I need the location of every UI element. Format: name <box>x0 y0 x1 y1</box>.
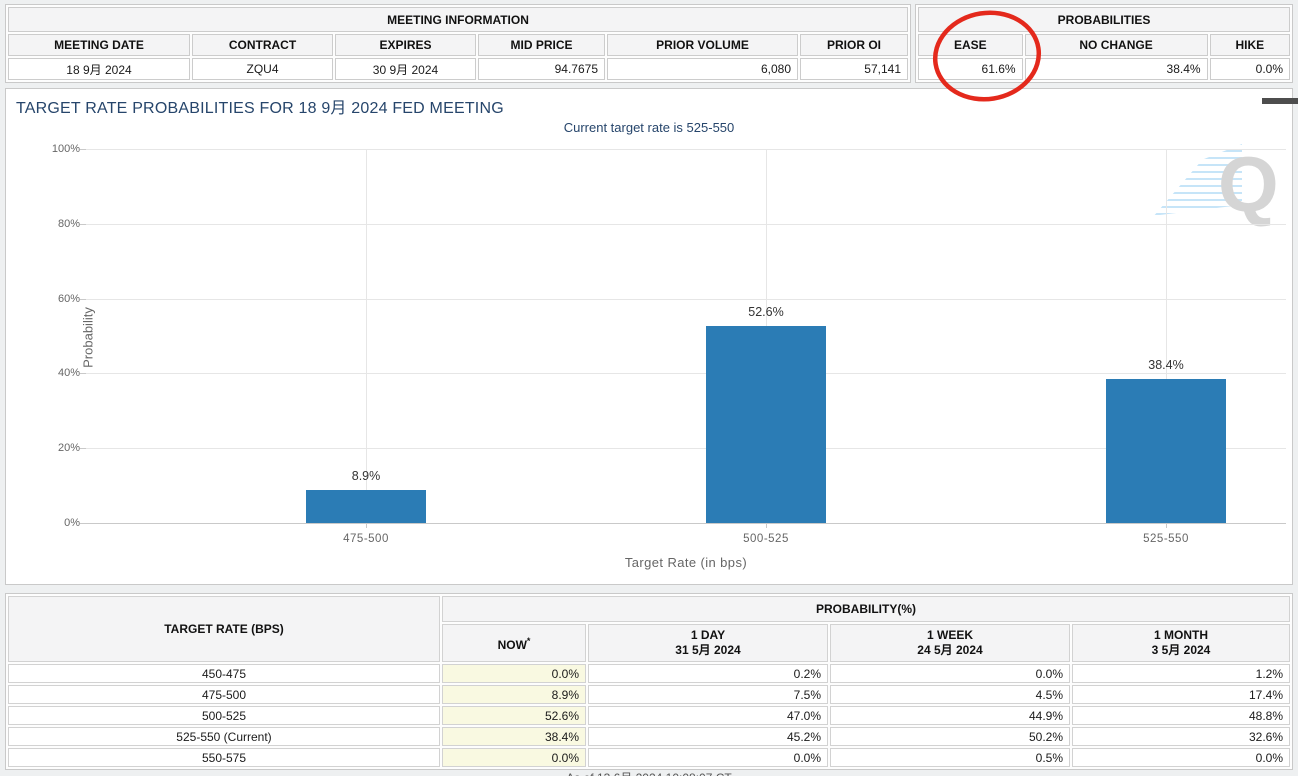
month-cell: 48.8% <box>1072 706 1290 725</box>
week-cell: 4.5% <box>830 685 1070 704</box>
rate-cell: 550-575 <box>8 748 440 767</box>
y-tick <box>80 523 86 524</box>
no-change-value: 38.4% <box>1025 58 1208 80</box>
now-cell: 0.0% <box>442 664 586 683</box>
gridline-80 <box>86 224 1286 225</box>
month-cell: 0.0% <box>1072 748 1290 767</box>
table-row: 450-475 0.0% 0.2% 0.0% 1.2% <box>8 664 1290 683</box>
rate-cell: 525-550 (Current) <box>8 727 440 746</box>
x-tick-label-525-550: 525-550 <box>1086 533 1246 545</box>
group-header-probability: PROBABILITY(%) <box>442 596 1290 622</box>
y-tick <box>80 224 86 225</box>
day-cell: 45.2% <box>588 727 828 746</box>
gridline-100 <box>86 149 1286 150</box>
now-cell: 52.6% <box>442 706 586 725</box>
probabilities-header-row: EASE NO CHANGE HIKE <box>918 34 1290 56</box>
probabilities-title: PROBABILITIES <box>918 7 1290 32</box>
meeting-information-title: MEETING INFORMATION <box>8 7 908 32</box>
month-cell: 17.4% <box>1072 685 1290 704</box>
hike-value: 0.0% <box>1210 58 1290 80</box>
meeting-date-value: 18 9月 2024 <box>8 58 190 80</box>
bar-500-525[interactable] <box>706 326 826 523</box>
day-cell: 0.0% <box>588 748 828 767</box>
probability-history-table: TARGET RATE (BPS) PROBABILITY(%) NOW* 1 … <box>5 593 1293 770</box>
table-row: 525-550 (Current) 38.4% 45.2% 50.2% 32.6… <box>8 727 1290 746</box>
prior-oi-value: 57,141 <box>800 58 908 80</box>
gridline-40 <box>86 373 1286 374</box>
contract-value: ZQU4 <box>192 58 333 80</box>
month-cell: 32.6% <box>1072 727 1290 746</box>
footer-timestamp: As of 13 6月 2024 10:08:07 CT <box>0 769 1298 776</box>
bar-value-label: 52.6% <box>706 305 826 319</box>
col-header-expires: EXPIRES <box>335 34 476 56</box>
rate-cell: 450-475 <box>8 664 440 683</box>
week-cell: 0.5% <box>830 748 1070 767</box>
target-rate-chart-panel: TARGET RATE PROBABILITIES FOR 18 9月 2024… <box>5 88 1293 585</box>
gridline-60 <box>86 299 1286 300</box>
col-header-1-week: 1 WEEK24 5月 2024 <box>830 624 1070 662</box>
day-cell: 7.5% <box>588 685 828 704</box>
bar-525-550[interactable] <box>1106 379 1226 523</box>
plot-area: 100% 80% 60% 40% 20% 0% 8.9% 52.6% 38.4%… <box>86 149 1286 523</box>
col-header-ease: EASE <box>918 34 1023 56</box>
chart-title: TARGET RATE PROBABILITIES FOR 18 9月 2024… <box>16 94 504 118</box>
ease-value: 61.6% <box>918 58 1023 80</box>
probabilities-summary-table: PROBABILITIES EASE NO CHANGE HIKE 61.6% … <box>915 4 1293 83</box>
x-axis-line <box>86 523 1286 524</box>
day-cell: 0.2% <box>588 664 828 683</box>
now-cell: 38.4% <box>442 727 586 746</box>
week-cell: 44.9% <box>830 706 1070 725</box>
bar-475-500[interactable] <box>306 490 426 523</box>
mid-price-value: 94.7675 <box>478 58 605 80</box>
x-tick-label-500-525: 500-525 <box>686 533 846 545</box>
y-tick-label-80: 80% <box>30 218 80 230</box>
x-tick <box>366 523 367 528</box>
bar-value-label: 8.9% <box>306 469 426 483</box>
x-axis-title: Target Rate (in bps) <box>86 555 1286 570</box>
col-header-1-day: 1 DAY31 5月 2024 <box>588 624 828 662</box>
corner-header-target-rate-bps: TARGET RATE (BPS) <box>8 596 440 662</box>
x-tick-label-475-500: 475-500 <box>286 533 446 545</box>
y-tick-label-40: 40% <box>30 367 80 379</box>
y-tick-label-60: 60% <box>30 293 80 305</box>
prior-volume-value: 6,080 <box>607 58 798 80</box>
x-tick <box>1166 523 1167 528</box>
col-header-no-change: NO CHANGE <box>1025 34 1208 56</box>
week-cell: 50.2% <box>830 727 1070 746</box>
col-header-prior-volume: PRIOR VOLUME <box>607 34 798 56</box>
col-header-mid-price: MID PRICE <box>478 34 605 56</box>
day-cell: 47.0% <box>588 706 828 725</box>
col-header-contract: CONTRACT <box>192 34 333 56</box>
probabilities-value-row: 61.6% 38.4% 0.0% <box>918 58 1290 80</box>
now-cell: 0.0% <box>442 748 586 767</box>
y-tick-label-0: 0% <box>30 517 80 529</box>
table-row: 500-525 52.6% 47.0% 44.9% 48.8% <box>8 706 1290 725</box>
table-row: 475-500 8.9% 7.5% 4.5% 17.4% <box>8 685 1290 704</box>
week-cell: 0.0% <box>830 664 1070 683</box>
meeting-info-header-row: MEETING DATE CONTRACT EXPIRES MID PRICE … <box>8 34 908 56</box>
rate-cell: 500-525 <box>8 706 440 725</box>
vgridline-1 <box>366 149 367 523</box>
expires-value: 30 9月 2024 <box>335 58 476 80</box>
bar-value-label: 38.4% <box>1106 358 1226 372</box>
rate-cell: 475-500 <box>8 685 440 704</box>
col-header-meeting-date: MEETING DATE <box>8 34 190 56</box>
now-cell: 8.9% <box>442 685 586 704</box>
y-tick <box>80 448 86 449</box>
chart-subtitle: Current target rate is 525-550 <box>6 120 1292 135</box>
y-tick <box>80 149 86 150</box>
col-header-1-month: 1 MONTH3 5月 2024 <box>1072 624 1290 662</box>
y-axis-title: Probability <box>81 278 96 398</box>
meeting-info-value-row: 18 9月 2024 ZQU4 30 9月 2024 94.7675 6,080… <box>8 58 908 80</box>
month-cell: 1.2% <box>1072 664 1290 683</box>
y-tick-label-20: 20% <box>30 442 80 454</box>
fedwatch-page: { "meeting_information": { "title": "MEE… <box>0 0 1298 776</box>
meeting-information-table: MEETING INFORMATION MEETING DATE CONTRAC… <box>5 4 911 83</box>
col-header-hike: HIKE <box>1210 34 1290 56</box>
x-tick <box>766 523 767 528</box>
col-header-prior-oi: PRIOR OI <box>800 34 908 56</box>
table-row: 550-575 0.0% 0.0% 0.5% 0.0% <box>8 748 1290 767</box>
y-tick-label-100: 100% <box>30 143 80 155</box>
col-header-now: NOW* <box>442 624 586 662</box>
